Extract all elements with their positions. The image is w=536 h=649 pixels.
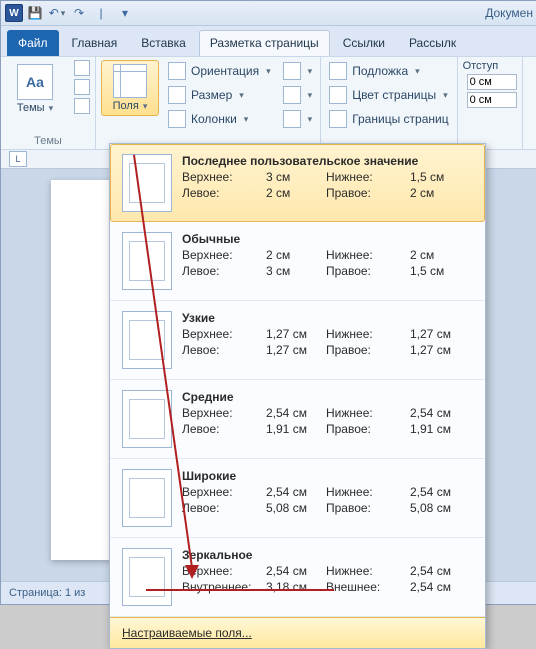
- group-page-setup: Поля▾ Ориентация▾ Размер▾ Колонки▾ ▾ ▾ ▾: [96, 57, 321, 149]
- page-borders-button[interactable]: Границы страниц: [326, 108, 451, 130]
- columns-button[interactable]: Колонки▾: [165, 108, 274, 130]
- preset-name: Широкие: [182, 469, 473, 483]
- orientation-icon: [168, 62, 186, 80]
- chevron-down-icon: ▾: [308, 90, 313, 101]
- watermark-button[interactable]: Подложка▾: [326, 60, 451, 82]
- chevron-down-icon: ▾: [266, 66, 271, 77]
- chevron-down-icon: ▾: [308, 66, 313, 77]
- group-label-themes: Темы: [6, 133, 90, 147]
- themes-button[interactable]: Aa Темы▾: [6, 60, 64, 118]
- group-page-background: Подложка▾ Цвет страницы▾ Границы страниц: [321, 57, 457, 149]
- breaks-button[interactable]: ▾: [280, 60, 316, 82]
- effects-icon[interactable]: [74, 98, 90, 114]
- group-paragraph: Отступ: [458, 57, 523, 149]
- margin-preview-icon: [122, 390, 172, 448]
- size-button[interactable]: Размер▾: [165, 84, 274, 106]
- breaks-icon: [283, 62, 301, 80]
- annotation-underline: [146, 589, 334, 591]
- page-borders-icon: [329, 110, 347, 128]
- chevron-down-icon: ▾: [143, 101, 148, 112]
- margin-preset-wide[interactable]: ШирокиеВерхнее:2,54 смНижнее:2,54 смЛево…: [110, 459, 485, 538]
- undo-icon[interactable]: ↶▾: [49, 5, 65, 21]
- chevron-down-icon: ▾: [244, 114, 249, 125]
- word-window: W 💾 ↶▾ ↷ | ▾ Докумен Файл Главная Вставк…: [0, 0, 536, 605]
- themes-icon: Aa: [17, 64, 53, 100]
- word-icon: W: [5, 4, 23, 22]
- hyphenation-button[interactable]: ▾: [280, 108, 316, 130]
- margins-icon: [113, 64, 147, 98]
- annotation-arrow-head: [185, 565, 199, 579]
- margin-preset-mirror[interactable]: ЗеркальноеВерхнее:2,54 смНижнее:2,54 смВ…: [110, 538, 485, 617]
- preset-name: Последнее пользовательское значение: [182, 154, 473, 168]
- preset-name: Обычные: [182, 232, 473, 246]
- indent-right-spinner[interactable]: [463, 92, 517, 108]
- ruler-corner-icon[interactable]: L: [9, 151, 27, 167]
- tab-file[interactable]: Файл: [7, 30, 59, 56]
- size-icon: [168, 86, 186, 104]
- save-icon[interactable]: 💾: [27, 5, 43, 21]
- page-color-icon: [329, 86, 347, 104]
- tab-home[interactable]: Главная: [61, 30, 129, 56]
- margin-preview-icon: [122, 548, 172, 606]
- quick-access-toolbar: 💾 ↶▾ ↷ | ▾: [27, 5, 133, 21]
- qat-divider: |: [93, 5, 109, 21]
- indent-right-field[interactable]: [467, 92, 517, 108]
- status-page: Страница: 1 из: [9, 587, 85, 599]
- colors-icon[interactable]: [74, 60, 90, 76]
- tab-insert[interactable]: Вставка: [130, 30, 197, 56]
- watermark-icon: [329, 62, 347, 80]
- chevron-down-icon: ▾: [415, 66, 420, 77]
- indent-left-spinner[interactable]: [463, 74, 517, 90]
- page-color-button[interactable]: Цвет страницы▾: [326, 84, 451, 106]
- ribbon: Aa Темы▾ Темы Поля▾ Ориентация▾: [1, 56, 536, 150]
- margin-preview-icon: [122, 154, 172, 212]
- line-numbers-button[interactable]: ▾: [280, 84, 316, 106]
- fonts-icon[interactable]: [74, 79, 90, 95]
- tab-mailings[interactable]: Рассылк: [398, 30, 467, 56]
- tab-page-layout[interactable]: Разметка страницы: [199, 30, 330, 56]
- group-themes: Aa Темы▾ Темы: [1, 57, 96, 149]
- theme-swatches: [74, 60, 90, 114]
- margin-preset-normal[interactable]: ОбычныеВерхнее:2 смНижнее:2 смЛевое:3 см…: [110, 222, 485, 301]
- redo-icon[interactable]: ↷: [71, 5, 87, 21]
- indent-label: Отступ: [463, 60, 517, 72]
- hyphenation-icon: [283, 110, 301, 128]
- custom-margins-button[interactable]: Настраиваемые поля...: [110, 617, 485, 648]
- qat-customize-icon[interactable]: ▾: [117, 5, 133, 21]
- preset-name: Средние: [182, 390, 473, 404]
- margins-dropdown: Последнее пользовательское значениеВерхн…: [109, 143, 486, 649]
- orientation-button[interactable]: Ориентация▾: [165, 60, 274, 82]
- chevron-down-icon: ▾: [239, 90, 244, 101]
- chevron-down-icon: ▾: [308, 114, 313, 125]
- preset-name: Зеркальное: [182, 548, 473, 562]
- margins-button[interactable]: Поля▾: [101, 60, 159, 116]
- margin-preview-icon: [122, 311, 172, 369]
- titlebar: W 💾 ↶▾ ↷ | ▾ Докумен: [1, 1, 536, 26]
- margin-preset-narrow[interactable]: УзкиеВерхнее:1,27 смНижнее:1,27 смЛевое:…: [110, 301, 485, 380]
- margin-preset-last[interactable]: Последнее пользовательское значениеВерхн…: [110, 144, 485, 222]
- tab-references[interactable]: Ссылки: [332, 30, 396, 56]
- chevron-down-icon: ▾: [49, 103, 54, 114]
- document-title: Докумен: [485, 6, 533, 20]
- ribbon-tabs: Файл Главная Вставка Разметка страницы С…: [1, 26, 536, 56]
- preset-name: Узкие: [182, 311, 473, 325]
- line-numbers-icon: [283, 86, 301, 104]
- chevron-down-icon: ▾: [443, 90, 448, 101]
- indent-left-field[interactable]: [467, 74, 517, 90]
- margin-preview-icon: [122, 469, 172, 527]
- columns-icon: [168, 110, 186, 128]
